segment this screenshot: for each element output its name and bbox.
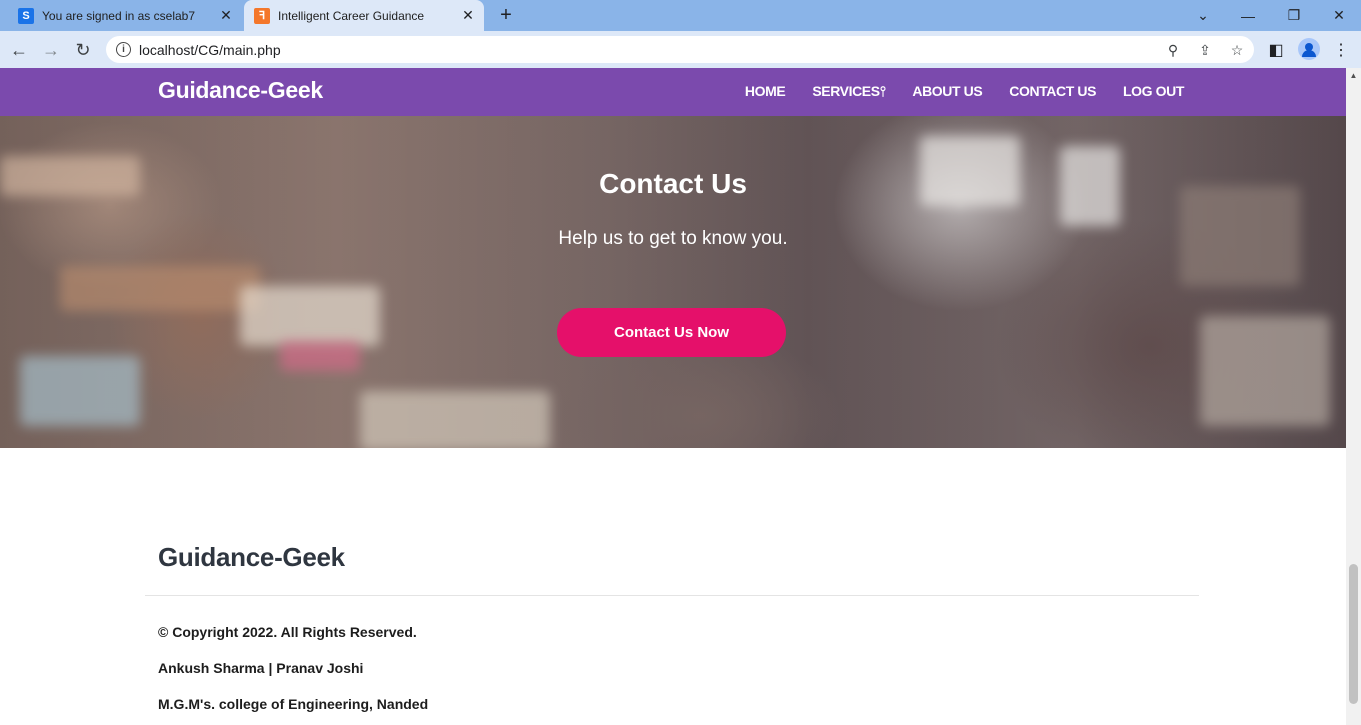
- new-tab-button[interactable]: +: [495, 4, 517, 26]
- tab-signed-in[interactable]: S You are signed in as cselab7 ✕: [8, 0, 242, 31]
- close-tab-icon[interactable]: ✕: [216, 6, 236, 26]
- close-tab-icon[interactable]: ✕: [458, 6, 478, 26]
- restore-icon[interactable]: ❐: [1271, 0, 1317, 31]
- address-toolbar: ← → ↻ i localhost/CG/main.php ⚲ ⇪ ☆ ◧ ⋮: [0, 31, 1361, 68]
- nav-services[interactable]: SERVICES⫯: [812, 83, 885, 100]
- url-text[interactable]: localhost/CG/main.php: [139, 42, 281, 58]
- share-icon[interactable]: ⇪: [1195, 40, 1215, 60]
- side-panel-icon[interactable]: ◧: [1263, 37, 1289, 63]
- nav-about-us[interactable]: ABOUT US: [912, 83, 982, 100]
- site-navbar: Guidance-Geek HOME SERVICES⫯ ABOUT US CO…: [0, 68, 1346, 116]
- scroll-up-icon[interactable]: ▲: [1346, 68, 1361, 83]
- browser-tab-strip: S You are signed in as cselab7 ✕ ꟻ Intel…: [0, 0, 1361, 31]
- scrollbar-thumb[interactable]: [1349, 564, 1358, 704]
- background-books-image: [20, 356, 140, 426]
- nav-log-out[interactable]: LOG OUT: [1123, 83, 1184, 100]
- tab-title: Intelligent Career Guidance: [278, 8, 425, 23]
- minimize-icon[interactable]: —: [1225, 0, 1271, 31]
- profile-avatar-icon[interactable]: [1298, 38, 1320, 60]
- contact-us-now-button[interactable]: Contact Us Now: [557, 308, 786, 357]
- footer-authors: Ankush Sharma | Pranav Joshi: [158, 660, 364, 676]
- close-window-icon[interactable]: ✕: [1316, 0, 1361, 31]
- nav-contact-us[interactable]: CONTACT US: [1009, 83, 1096, 100]
- footer-college: M.G.M's. college of Engineering, Nanded: [158, 696, 429, 712]
- back-icon[interactable]: ←: [6, 37, 32, 63]
- url-bar[interactable]: i localhost/CG/main.php ⚲ ⇪ ☆: [106, 36, 1254, 63]
- hero-subtitle: Help us to get to know you.: [558, 228, 788, 249]
- background-books-image: [240, 286, 380, 346]
- contact-hero-section: Contact Us Help us to get to know you. C…: [0, 116, 1346, 448]
- forward-icon[interactable]: →: [38, 37, 64, 63]
- background-books-image: [280, 341, 360, 371]
- menu-kebab-icon[interactable]: ⋮: [1328, 37, 1354, 63]
- footer-divider: [145, 595, 1199, 596]
- site-favicon-icon: S: [18, 7, 34, 24]
- reload-icon[interactable]: ↻: [70, 37, 96, 63]
- site-info-icon[interactable]: i: [116, 42, 131, 57]
- tab-title: You are signed in as cselab7: [42, 8, 195, 23]
- zoom-icon[interactable]: ⚲: [1163, 40, 1183, 60]
- page-scrollbar[interactable]: ▲: [1346, 68, 1361, 725]
- background-books-image: [60, 266, 260, 311]
- xampp-favicon-icon: ꟻ: [254, 7, 270, 24]
- page-viewport: Guidance-Geek HOME SERVICES⫯ ABOUT US CO…: [0, 68, 1346, 725]
- nav-links: HOME SERVICES⫯ ABOUT US CONTACT US LOG O…: [745, 83, 1184, 100]
- bookmark-star-icon[interactable]: ☆: [1227, 40, 1247, 60]
- background-books-image: [1200, 316, 1330, 426]
- footer-copyright: © Copyright 2022. All Rights Reserved.: [158, 624, 417, 640]
- nav-home[interactable]: HOME: [745, 83, 786, 100]
- hero-title: Contact Us: [599, 168, 747, 199]
- footer-brand: Guidance-Geek: [158, 542, 345, 572]
- background-books-image: [360, 391, 550, 448]
- tab-search-icon[interactable]: ⌄: [1180, 0, 1226, 31]
- tab-career-guidance[interactable]: ꟻ Intelligent Career Guidance ✕: [244, 0, 484, 31]
- brand-logo[interactable]: Guidance-Geek: [158, 77, 323, 104]
